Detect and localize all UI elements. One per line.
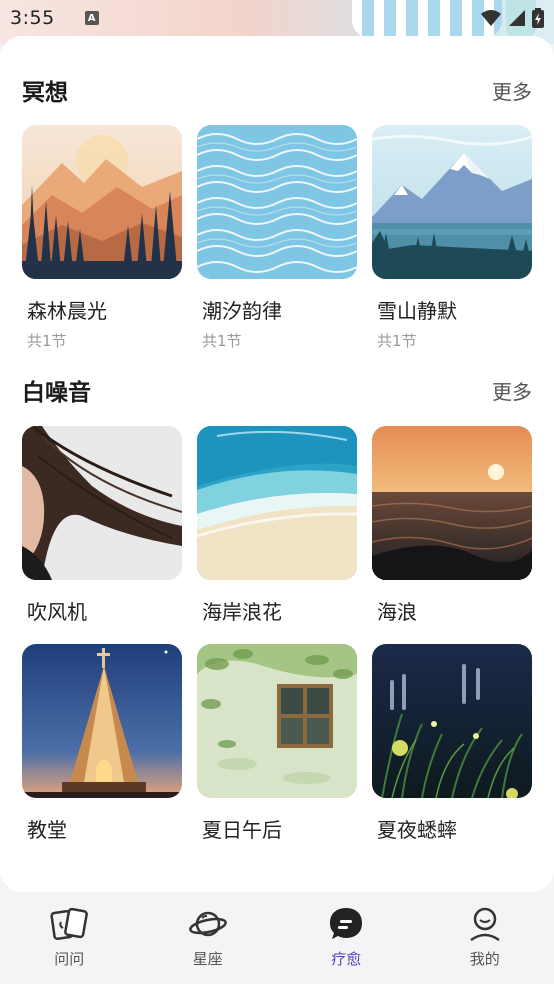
notification-icon: A <box>84 11 99 25</box>
meditation-card-count: 共1节 <box>27 332 67 350</box>
white-noise-card-sea-waves[interactable]: 海浪 <box>372 426 532 625</box>
snow-mountain-lake-image <box>372 125 532 279</box>
white-noise-card-summer-night-crickets[interactable]: 夏夜蟋蟀 <box>372 644 532 843</box>
cellular-signal-icon <box>509 10 525 26</box>
battery-icon <box>532 8 544 28</box>
white-noise-card-title: 教堂 <box>27 818 67 842</box>
meditation-card-count: 共1节 <box>377 332 417 350</box>
meditation-card-snow-mountain[interactable]: 雪山静默 共1节 <box>372 125 532 351</box>
forest-sunrise-image <box>22 125 182 279</box>
meditation-card-title: 潮汐韵律 <box>202 299 282 323</box>
meditation-card-forest[interactable]: 森林晨光 共1节 <box>22 125 182 351</box>
cards-icon <box>49 904 89 944</box>
nav-item-ask[interactable]: 问问 <box>19 904 119 969</box>
nav-item-horoscope[interactable]: 星座 <box>158 904 258 969</box>
white-noise-card-title: 海岸浪花 <box>202 600 282 624</box>
white-noise-card-title: 夏日午后 <box>202 818 282 842</box>
white-noise-more-link[interactable]: 更多 <box>492 376 532 405</box>
meditation-card-title: 森林晨光 <box>27 299 107 323</box>
main-content-card: 冥想 更多 森林晨光 共1节 潮汐韵律 共1节 雪山静默 共1节 白噪音 更多 … <box>0 36 554 892</box>
nav-item-me[interactable]: 我的 <box>435 904 535 969</box>
status-time: 3:55 <box>10 7 55 29</box>
white-noise-section-title: 白噪音 <box>22 380 91 406</box>
ocean-waves-pattern-image <box>197 125 357 279</box>
planet-icon <box>188 904 228 944</box>
nav-label: 星座 <box>192 950 223 968</box>
window-leaves-shadow-image <box>197 644 357 798</box>
chat-bubble-icon <box>326 904 366 944</box>
church-dusk-image <box>22 644 182 798</box>
nav-label: 疗愈 <box>331 950 362 968</box>
white-noise-card-church[interactable]: 教堂 <box>22 644 182 843</box>
meditation-section-title: 冥想 <box>22 80 68 106</box>
beach-shore-aerial-image <box>197 426 357 580</box>
white-noise-card-summer-afternoon[interactable]: 夏日午后 <box>197 644 357 843</box>
white-noise-card-title: 吹风机 <box>27 600 87 624</box>
status-bar: 3:55 A <box>0 0 554 36</box>
white-noise-card-title: 海浪 <box>377 600 417 624</box>
meditation-section-header: 冥想 更多 <box>22 72 532 108</box>
wifi-icon <box>481 10 501 26</box>
nav-label: 问问 <box>54 950 85 968</box>
meditation-more-link[interactable]: 更多 <box>492 76 532 105</box>
white-noise-section-header: 白噪音 更多 <box>22 372 532 408</box>
white-noise-card-hair-dryer[interactable]: 吹风机 <box>22 426 182 625</box>
woman-hair-blowing-image <box>22 426 182 580</box>
sunset-sea-waves-image <box>372 426 532 580</box>
meditation-card-count: 共1节 <box>202 332 242 350</box>
white-noise-card-beach[interactable]: 海岸浪花 <box>197 426 357 625</box>
profile-icon <box>465 904 505 944</box>
meditation-card-tide[interactable]: 潮汐韵律 共1节 <box>197 125 357 351</box>
meditation-card-title: 雪山静默 <box>377 299 457 323</box>
bottom-navigation: 问问 星座 疗愈 我的 <box>0 892 554 984</box>
nav-item-healing[interactable]: 疗愈 <box>296 904 396 969</box>
white-noise-card-title: 夏夜蟋蟀 <box>377 818 457 842</box>
fireflies-grass-night-image <box>372 644 532 798</box>
nav-label: 我的 <box>469 950 500 968</box>
